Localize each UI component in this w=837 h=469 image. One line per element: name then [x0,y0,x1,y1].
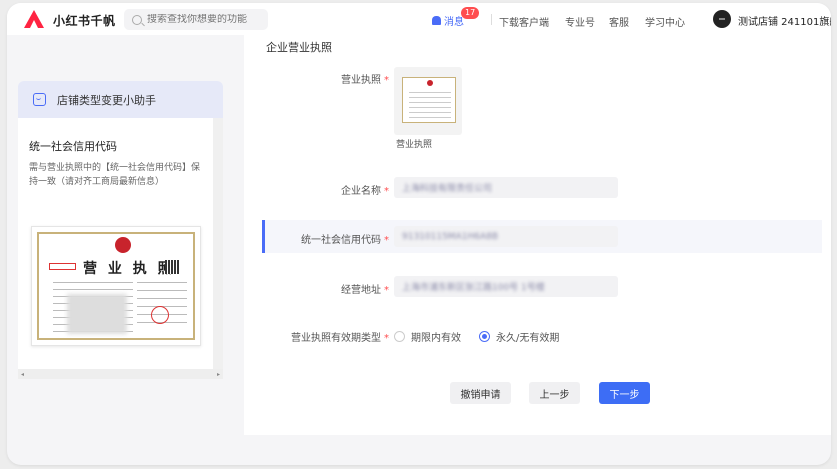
radio-permanent[interactable] [479,331,490,342]
scroll-left-icon[interactable]: ◂ [21,371,24,378]
download-client-link[interactable]: 下载客户端 [499,14,549,29]
search-input[interactable] [147,14,267,25]
address-field[interactable]: 上海市浦东新区张江路100号 1号楼 [394,276,618,297]
learning-center-link[interactable]: 学习中心 [645,14,685,29]
license-title: 营 业 执 照 [83,261,175,277]
cancel-application-button[interactable]: 撤销申请 [450,382,511,404]
section-title: 企业营业执照 [266,41,332,54]
app-title: 小红书千帆 [53,14,116,28]
required-mark: * [384,186,389,197]
helper-card-title: 统一社会信用代码 [29,140,117,153]
search-icon [132,14,142,25]
main-form: 企业营业执照 营业执照 * 营业执照 企业名称 * 上海科技有限责任公司 统一社会信… [244,35,831,435]
top-bar: 小红书千帆 消息 17 下载客户端 专业号 客服 学习中心 测试店铺 24110… [7,3,831,35]
license-caption: 营业执照 [396,140,433,150]
credit-code-field[interactable]: 91310115MA1H6A8B [394,226,618,247]
horizontal-scrollbar[interactable]: ◂ ▸ [18,369,223,379]
credit-code-label-text: 统一社会信用代码 [301,235,381,246]
search-box[interactable] [124,9,268,30]
divider [491,14,492,25]
assistant-icon [33,93,46,106]
validity-option-limited[interactable]: 期限内有效 [394,329,461,344]
helper-title: 店铺类型变更小助手 [57,93,156,107]
helper-header[interactable]: 店铺类型变更小助手 [18,81,223,118]
company-name-field[interactable]: 上海科技有限责任公司 [394,177,618,198]
license-example-image: 营 业 执 照 [31,226,201,346]
company-name-label: 企业名称 * [341,182,389,197]
app-window: 小红书千帆 消息 17 下载客户端 专业号 客服 学习中心 测试店铺 24110… [7,3,831,465]
helper-card: 统一社会信用代码 需与营业执照中的【统一社会信用代码】保持一致（请对齐工商局最新… [18,118,213,369]
license-blurred-area [67,294,127,334]
license-thumbnail [402,77,456,123]
credit-code-label: 统一社会信用代码 * [301,231,389,246]
validity-option-permanent-label: 永久/无有效期 [496,333,560,344]
mini-license-lines [409,92,451,118]
customer-service-link[interactable]: 客服 [609,14,629,29]
license-red-box [49,263,76,270]
professional-account-link[interactable]: 专业号 [565,14,595,29]
bell-icon [432,16,441,25]
avatar[interactable] [713,10,731,28]
validity-label: 营业执照有效期类型 * [291,329,389,344]
address-label: 经营地址 * [341,281,389,296]
required-mark: * [384,235,389,246]
validity-option-limited-label: 期限内有效 [411,333,461,344]
validity-option-permanent[interactable]: 永久/无有效期 [479,329,559,344]
app-logo-icon [24,10,44,28]
validity-radio-group: 期限内有效 永久/无有效期 [394,329,577,344]
qr-code-icon [165,260,179,274]
active-indicator [262,220,265,253]
required-mark: * [384,285,389,296]
previous-step-button[interactable]: 上一步 [529,382,580,404]
address-value: 上海市浦东新区张江路100号 1号楼 [402,283,545,293]
mini-emblem-icon [427,80,433,86]
license-label-text: 营业执照 [341,75,381,86]
scroll-right-icon[interactable]: ▸ [217,371,220,378]
helper-card-description: 需与营业执照中的【统一社会信用代码】保持一致（请对齐工商局最新信息） [29,163,201,187]
seal-icon [151,306,169,324]
license-upload[interactable] [394,67,462,135]
license-frame: 营 业 执 照 [37,232,195,340]
messages-count-badge: 17 [461,7,480,19]
vertical-scrollbar[interactable] [213,118,223,369]
store-name[interactable]: 测试店铺 241101旗舰 [738,13,831,28]
required-mark: * [384,333,389,344]
validity-label-text: 营业执照有效期类型 [291,333,381,344]
company-name-label-text: 企业名称 [341,186,381,197]
radio-limited[interactable] [394,331,405,342]
emblem-icon [115,237,131,253]
license-label: 营业执照 * [341,71,389,86]
avatar-glyph [719,18,725,20]
credit-code-value: 91310115MA1H6A8B [402,231,499,242]
next-step-button[interactable]: 下一步 [599,382,650,404]
messages-button[interactable]: 消息 [432,13,464,28]
company-name-value: 上海科技有限责任公司 [402,184,493,194]
address-label-text: 经营地址 [341,285,381,296]
required-mark: * [384,75,389,86]
